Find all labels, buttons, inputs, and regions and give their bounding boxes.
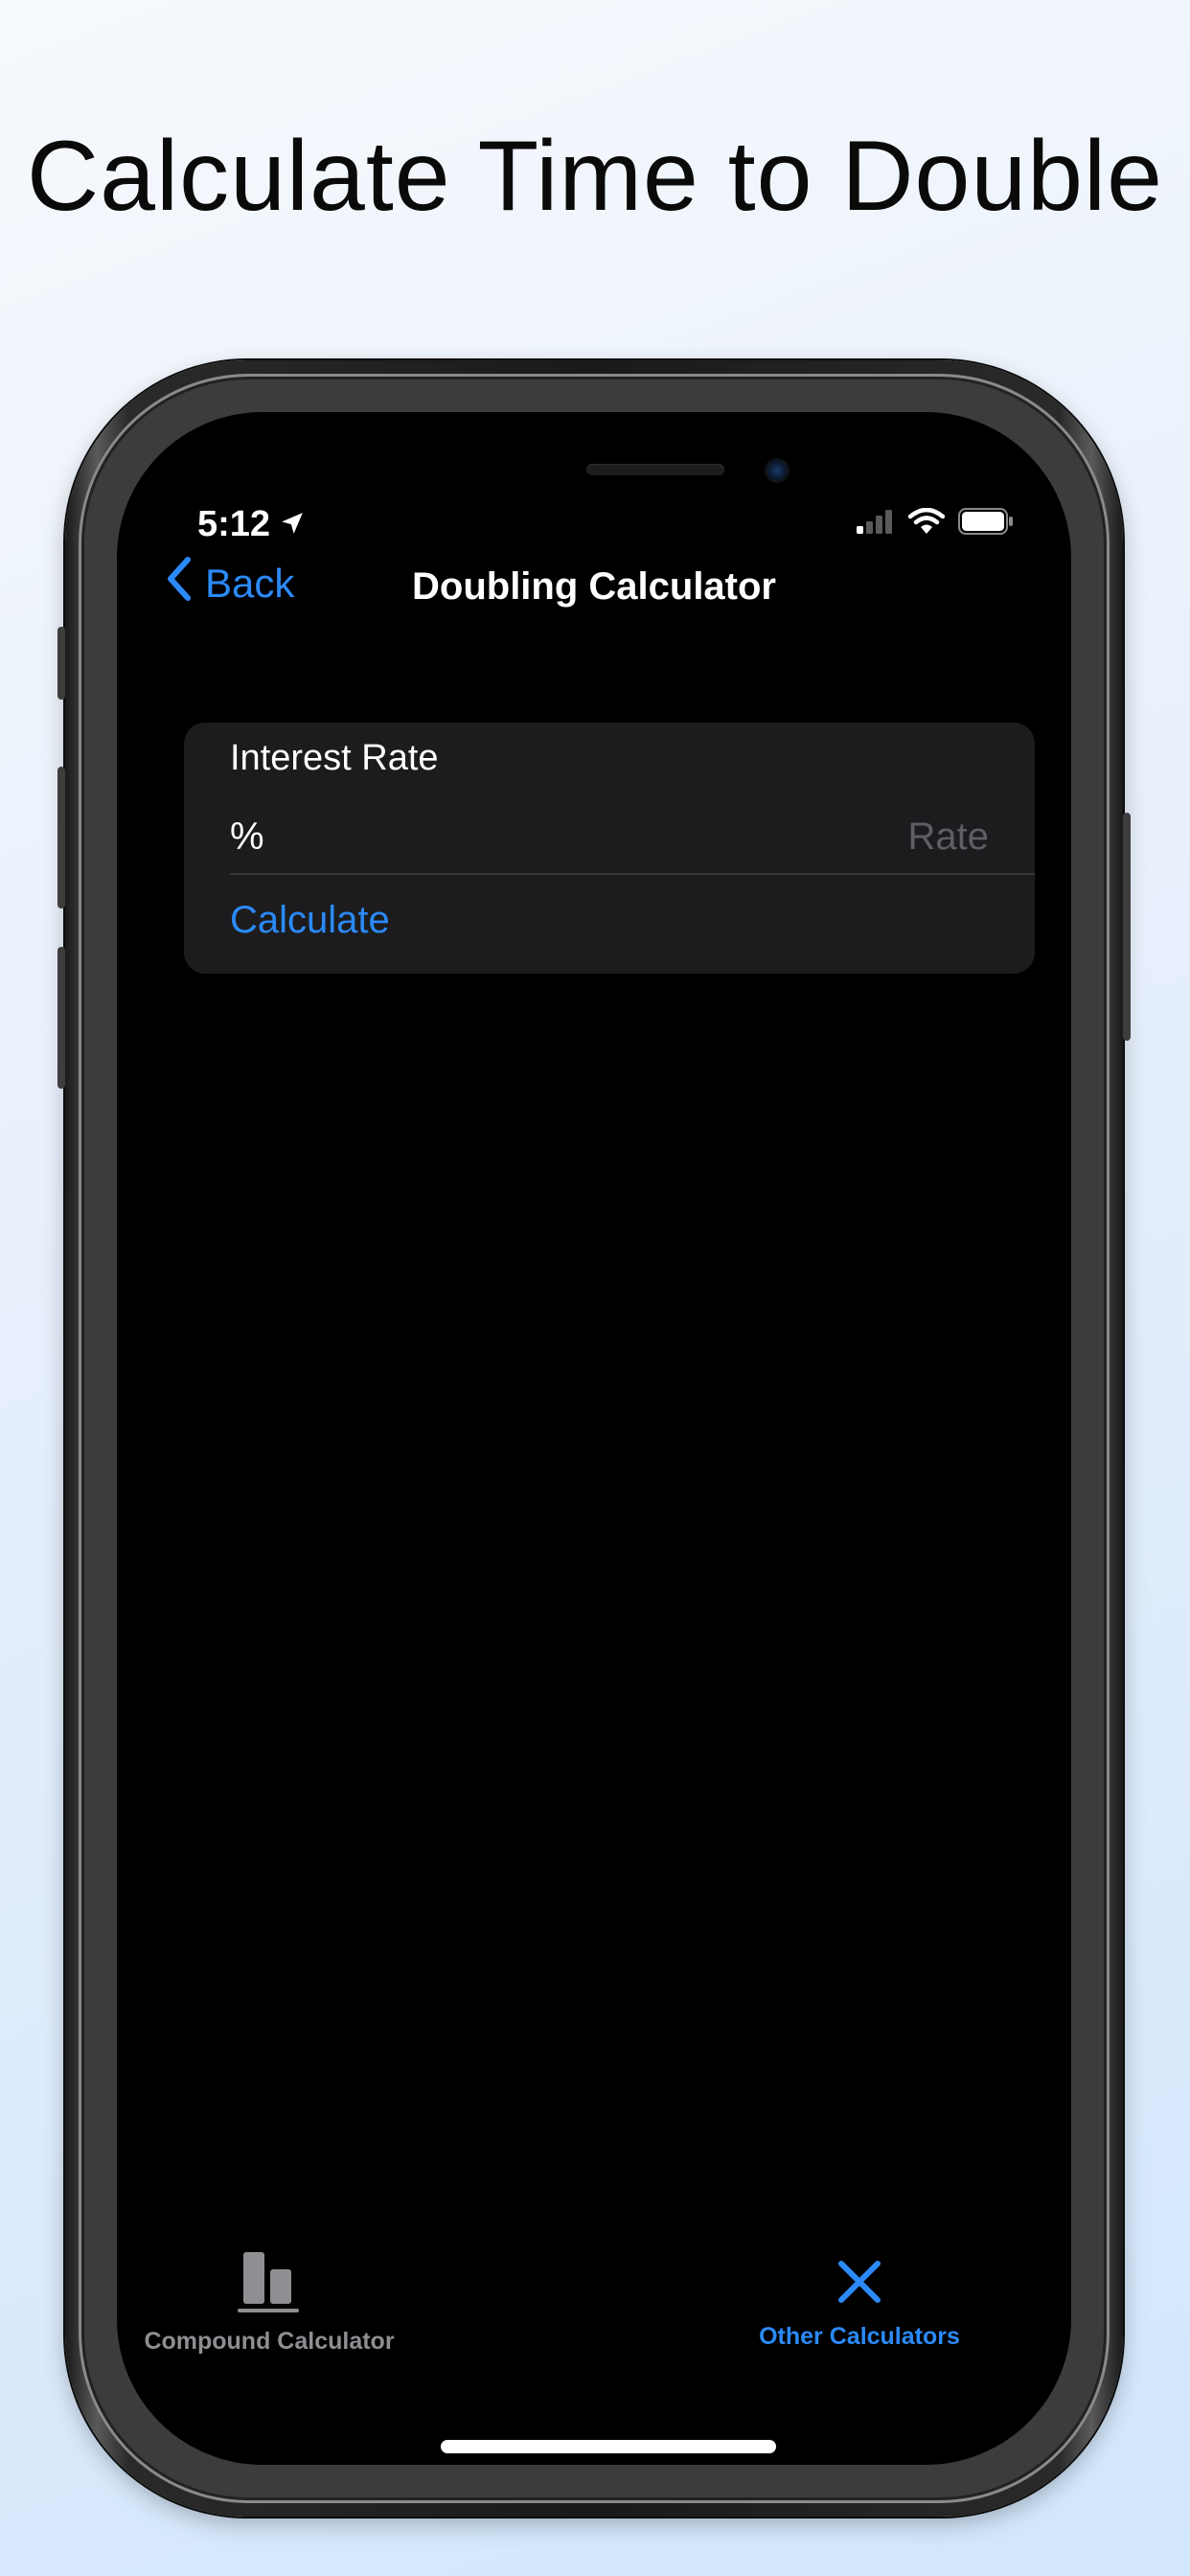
calculate-button[interactable]: Calculate — [230, 899, 390, 942]
interest-rate-form: Interest Rate % Calculate — [184, 723, 1035, 974]
headline: Calculate Time to Double — [0, 123, 1190, 230]
row-divider — [230, 873, 1035, 875]
phone-screen: 5:12 Back Doubling Calculator Interest R… — [117, 412, 1071, 2465]
phone-rim: 5:12 Back Doubling Calculator Interest R… — [79, 374, 1110, 2503]
status-time-text: 5:12 — [197, 504, 271, 544]
mute-switch — [57, 627, 65, 700]
headline-text: Calculate Time to Double — [27, 121, 1163, 232]
front-camera — [765, 458, 790, 483]
home-indicator — [441, 2440, 776, 2453]
tab-other-calculators[interactable]: Other Calculators — [730, 2250, 989, 2351]
x-icon — [828, 2250, 891, 2313]
cellular-signal-icon — [857, 509, 895, 539]
tab-other-calculators-label: Other Calculators — [759, 2323, 960, 2350]
earpiece-speaker — [586, 464, 724, 475]
nav-title: Doubling Calculator — [412, 565, 776, 608]
phone-frame: 5:12 Back Doubling Calculator Interest R… — [57, 360, 1131, 2517]
rate-input[interactable] — [263, 815, 989, 859]
status-bar-time: 5:12 — [197, 504, 305, 545]
volume-up-button — [57, 767, 65, 908]
tab-compound-calculator-label: Compound Calculator — [144, 2328, 395, 2355]
bar-chart-icon — [238, 2250, 301, 2318]
location-arrow-icon — [280, 504, 305, 545]
interest-rate-label: Interest Rate — [230, 738, 439, 778]
power-button — [1123, 813, 1131, 1041]
percent-unit-label: % — [230, 815, 264, 858]
wifi-icon — [907, 507, 946, 540]
volume-down-button — [57, 947, 65, 1089]
rate-row: % — [230, 809, 989, 864]
status-bar-indicators — [857, 507, 1014, 540]
tab-compound-calculator[interactable]: Compound Calculator — [144, 2250, 395, 2356]
battery-icon — [958, 508, 1014, 540]
